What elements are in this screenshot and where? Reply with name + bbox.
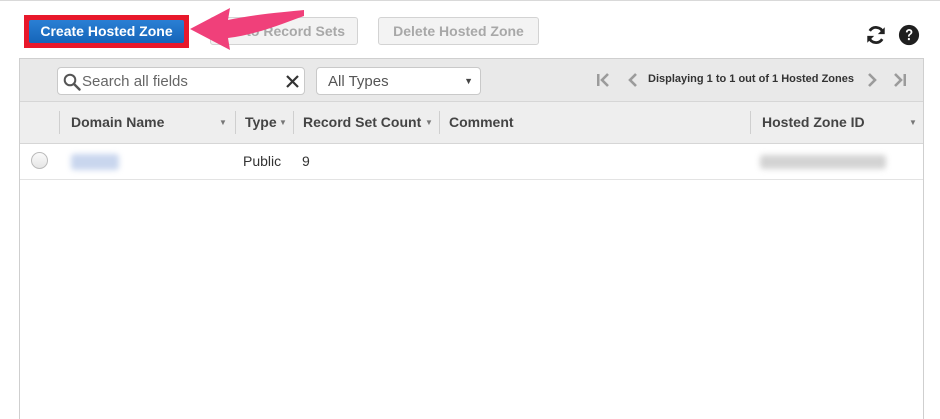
- column-label: Record Set Count: [303, 114, 422, 130]
- column-label: Domain Name: [71, 114, 165, 130]
- create-hosted-zone-button[interactable]: Create Hosted Zone: [29, 20, 184, 43]
- row-select-radio[interactable]: [31, 152, 48, 169]
- prev-page-icon[interactable]: [626, 71, 640, 89]
- column-type[interactable]: Type ▼: [245, 102, 293, 143]
- help-icon[interactable]: [898, 24, 920, 46]
- sort-icon: ▼: [219, 118, 227, 127]
- search-input[interactable]: [82, 70, 278, 92]
- type-select[interactable]: All Types ▼: [316, 67, 481, 95]
- top-divider: [0, 0, 940, 1]
- table-row[interactable]: Public 9: [20, 144, 923, 180]
- search-box[interactable]: [57, 67, 305, 95]
- column-label: Hosted Zone ID: [762, 114, 865, 130]
- pager-text: Displaying 1 to 1 out of 1 Hosted Zones: [648, 73, 854, 85]
- next-page-icon[interactable]: [865, 71, 879, 89]
- column-divider: [59, 111, 60, 134]
- type-cell: Public: [243, 153, 282, 169]
- column-domain-name[interactable]: Domain Name ▼: [71, 102, 231, 143]
- record-set-count-cell: 9: [302, 153, 310, 169]
- delete-hosted-zone-button[interactable]: Delete Hosted Zone: [378, 17, 539, 45]
- filter-bar: All Types ▼ Displaying 1 to 1 out of 1 H…: [20, 59, 923, 102]
- create-button-highlight: Create Hosted Zone: [24, 15, 189, 48]
- column-hosted-zone-id[interactable]: Hosted Zone ID ▼: [762, 102, 920, 143]
- sort-icon: ▼: [279, 118, 287, 127]
- sort-icon: ▼: [909, 118, 917, 127]
- column-label: Type: [245, 114, 277, 130]
- column-divider: [439, 111, 440, 134]
- column-comment[interactable]: Comment: [449, 102, 739, 143]
- column-record-set-count[interactable]: Record Set Count ▼: [303, 102, 438, 143]
- chevron-down-icon: ▼: [464, 76, 473, 86]
- column-label: Comment: [449, 114, 514, 130]
- type-select-value: All Types: [328, 73, 389, 90]
- hosted-zones-panel: All Types ▼ Displaying 1 to 1 out of 1 H…: [19, 58, 924, 419]
- column-divider: [293, 111, 294, 134]
- sort-icon: ▼: [425, 118, 433, 127]
- column-divider: [750, 111, 751, 134]
- search-icon: [63, 73, 81, 91]
- clear-icon[interactable]: [285, 74, 300, 89]
- first-page-icon[interactable]: [595, 71, 613, 89]
- column-divider: [235, 111, 236, 134]
- last-page-icon[interactable]: [890, 71, 908, 89]
- table-header: Domain Name ▼ Type ▼ Record Set Count ▼ …: [20, 102, 923, 144]
- domain-name-link[interactable]: [71, 154, 119, 170]
- refresh-icon[interactable]: [865, 24, 887, 46]
- hosted-zone-id-cell: [760, 155, 886, 169]
- callout-arrow: [190, 8, 304, 50]
